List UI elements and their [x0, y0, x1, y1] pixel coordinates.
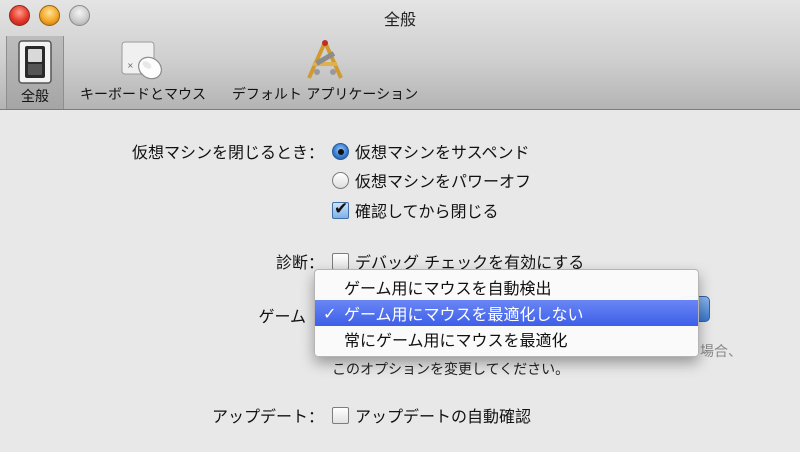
svg-text:×: × [127, 61, 134, 70]
toolbar-label-general: 全般 [21, 89, 49, 105]
toolbar-label-keyboard-mouse: キーボードとマウス [80, 87, 206, 103]
gaming-label: ゲーム [258, 307, 306, 326]
toolbar-label-default-applications: デフォルト アプリケーション [231, 87, 419, 103]
menu-item-label: ゲーム用にマウスを最適化しない [344, 305, 584, 324]
auto-update-checkbox[interactable]: アップデートの自動確認 [332, 403, 531, 427]
close-vm-label: 仮想マシンを閉じるとき： [131, 143, 324, 162]
menu-item-label: 常にゲーム用にマウスを最適化 [344, 331, 568, 350]
gaming-popup-menu: ゲーム用にマウスを自動検出 ✓ ゲーム用にマウスを最適化しない 常にゲーム用にマ… [314, 269, 699, 357]
menu-item-always-optimize[interactable]: 常にゲーム用にマウスを最適化 [315, 326, 698, 352]
confirm-before-close-checkbox[interactable]: 確認してから閉じる [332, 198, 499, 222]
menu-item-do-not-optimize[interactable]: ✓ ゲーム用にマウスを最適化しない [315, 300, 698, 326]
menu-item-auto-detect[interactable]: ゲーム用にマウスを自動検出 [315, 274, 698, 300]
preferences-window: 全般 全般 × キーボードとマウス デフォルト アプリケーション 仮想マシンを閉… [0, 0, 800, 452]
auto-update-checkbox-box[interactable] [332, 406, 349, 424]
toolbar-tab-general[interactable]: 全般 [6, 36, 64, 109]
mouse-icon: × [121, 41, 162, 80]
window-title: 全般 [383, 10, 416, 29]
updates-label: アップデート： [211, 407, 324, 426]
toolbar-tab-default-applications[interactable]: デフォルト アプリケーション [220, 36, 430, 106]
debug-checkbox-box[interactable] [332, 252, 349, 270]
toolbar-tab-keyboard-mouse[interactable]: × キーボードとマウス [70, 36, 216, 106]
auto-update-checkbox-label: アップデートの自動確認 [355, 407, 532, 426]
radio-power-off-indicator[interactable] [332, 171, 349, 189]
radio-power-off[interactable]: 仮想マシンをパワーオフ [332, 168, 531, 192]
gaming-hint: このオプションを変更してください。 [332, 362, 570, 378]
confirm-checkbox-label: 確認してから閉じる [355, 202, 499, 221]
title-toolbar: 全般 全般 × キーボードとマウス デフォルト アプリケーション [0, 0, 800, 110]
general-switch-icon [18, 40, 52, 84]
diagnostics-label: 診断： [275, 253, 324, 272]
gaming-hint-faint: 場合、 [700, 344, 742, 360]
radio-suspend-label: 仮想マシンをサスペンド [355, 143, 530, 162]
confirm-checkbox-box[interactable] [332, 199, 349, 219]
radio-suspend-indicator[interactable] [332, 142, 349, 160]
radio-power-off-label: 仮想マシンをパワーオフ [355, 172, 532, 191]
checkmark-icon: ✓ [323, 303, 337, 323]
applications-icon [307, 40, 343, 79]
menu-item-label: ゲーム用にマウスを自動検出 [344, 279, 552, 298]
radio-suspend[interactable]: 仮想マシンをサスペンド [332, 139, 530, 163]
